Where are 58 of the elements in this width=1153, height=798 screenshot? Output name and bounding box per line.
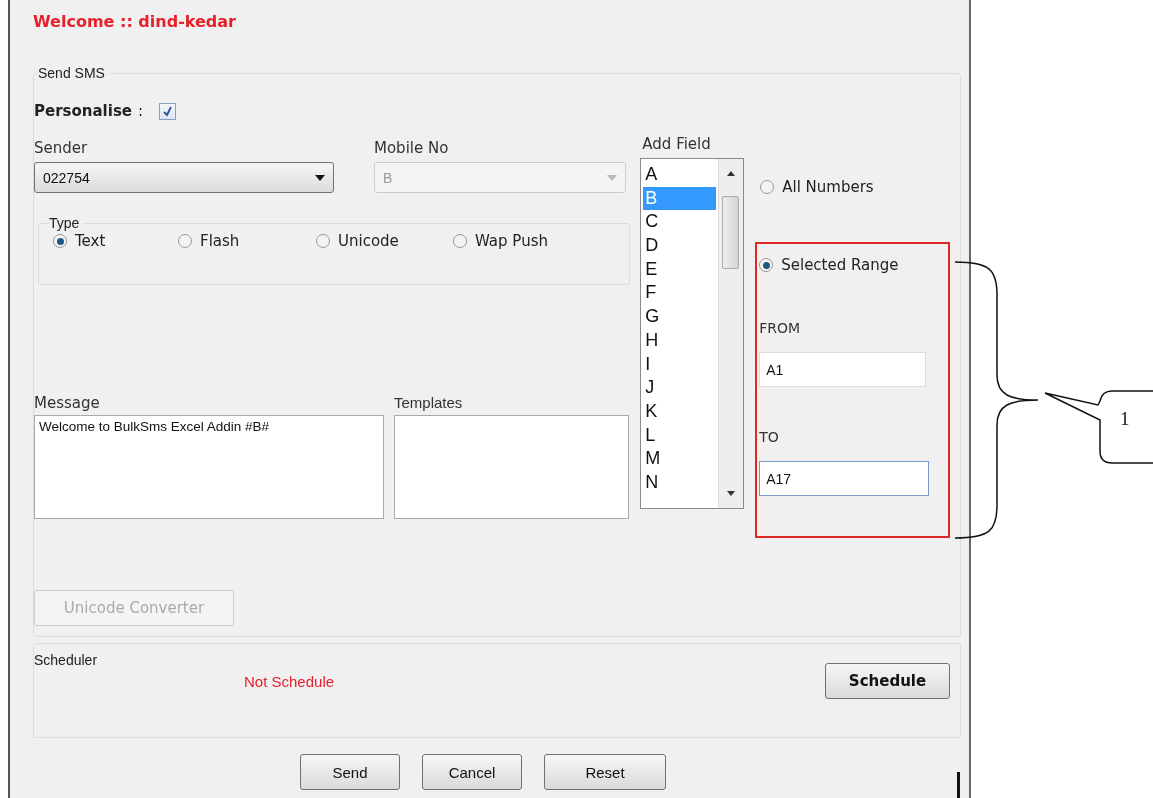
personalise-checkbox[interactable] [159, 102, 177, 120]
radio-button[interactable] [53, 234, 67, 248]
radio-label: Flash [200, 232, 240, 250]
field-label: Templates [394, 393, 464, 413]
personalise-label: Personalise [34, 102, 132, 120]
field-label: Mobile No [374, 138, 450, 159]
scroll-down-icon[interactable] [727, 491, 736, 496]
to-field[interactable]: A17 [759, 461, 930, 496]
list-item[interactable]: N [643, 470, 717, 495]
list-item[interactable]: J [643, 376, 717, 400]
radio-label: Selected Range [781, 256, 899, 274]
radio-label: Wap Push [475, 232, 548, 250]
list-item[interactable]: C [643, 210, 717, 235]
radio-button[interactable] [453, 234, 467, 248]
add-field-list[interactable]: A B C D E F G H I J K L M N [640, 158, 745, 509]
list-item[interactable]: A [643, 163, 717, 187]
field-label: Sender [34, 138, 89, 159]
checkmark-icon [162, 105, 174, 117]
templates-list[interactable] [394, 415, 629, 519]
list-item[interactable]: K [643, 399, 717, 424]
list-item[interactable]: G [643, 305, 717, 329]
dropdown-arrow-icon [315, 174, 325, 181]
radio-label: Text [75, 232, 106, 250]
list-item[interactable]: F [643, 281, 717, 306]
scroll-thumb[interactable] [722, 196, 740, 269]
list-item[interactable]: I [643, 352, 717, 377]
welcome-title: Welcome :: dind-kedar [33, 12, 237, 33]
field-label: Message [34, 393, 101, 414]
group-label: Type [49, 215, 84, 231]
radio-label: All Numbers [782, 178, 874, 196]
dialog-button[interactable]: Reset [544, 754, 666, 790]
dialog-button[interactable]: Send [300, 754, 400, 790]
schedule-status: Not Schedule [244, 672, 335, 690]
message-field[interactable]: Welcome to BulkSms Excel Addin #B# [34, 415, 384, 519]
separator: : [138, 102, 144, 120]
text-cursor [957, 772, 960, 798]
radio-button[interactable] [759, 258, 774, 272]
field-label: Add Field [642, 134, 712, 155]
from-label: FROM [759, 320, 802, 336]
group-label: Send SMS [38, 65, 109, 81]
radio-label: Unicode [338, 232, 399, 250]
sender-dropdown[interactable]: 022754 [34, 162, 334, 193]
scrollbar[interactable] [718, 159, 744, 508]
scroll-up-icon[interactable] [727, 171, 736, 176]
to-label: TO [759, 429, 780, 445]
list-item[interactable]: H [643, 328, 717, 353]
list-item[interactable]: E [643, 257, 717, 282]
schedule-button[interactable]: Schedule [825, 663, 950, 699]
list-item[interactable]: M [643, 447, 717, 471]
radio-button[interactable] [316, 234, 330, 248]
radio-button[interactable] [178, 234, 192, 248]
dropdown-arrow-icon [607, 174, 617, 181]
dialog-button[interactable]: Cancel [422, 754, 522, 790]
from-field[interactable]: A1 [759, 352, 927, 387]
list-item[interactable]: D [643, 234, 717, 258]
callout-number: 1 [1120, 408, 1130, 430]
list-item[interactable]: L [643, 423, 717, 448]
radio-button[interactable] [760, 180, 775, 194]
